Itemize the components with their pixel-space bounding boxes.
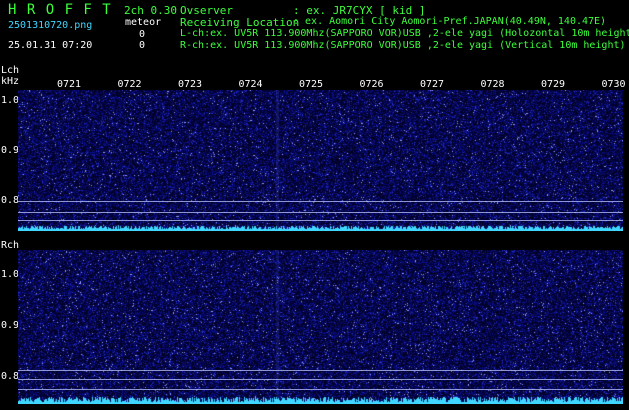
location-label: Receiving Location [180,16,300,29]
location-value: : ex. Aomori City Aomori-Pref.JAPAN(40.4… [293,16,607,27]
rch-spectrogram [18,250,623,404]
count-lch: 0 [139,29,146,40]
rch-reference-line [18,389,623,390]
rch-info: R-ch:ex. UV5R 113.900Mhz(SAPPORO VOR)USB… [180,40,626,51]
rch-waterfall-canvas [18,250,623,404]
filename-label: 2501310720.png [8,20,93,31]
time-axis-label: 0722 [117,79,142,90]
lch-reference-line [18,201,623,202]
time-axis-label: 0725 [299,79,324,90]
lch-waterfall-canvas [18,90,623,231]
rch-tick-0-8: 0.8 [1,371,20,382]
lch-reference-line [18,212,623,213]
lch-tick-1-0: 1.0 [1,95,20,106]
lch-info: L-ch:ex. UV5R 113.900Mhz(SAPPORO VOR)USB… [180,28,629,39]
time-axis-label: 0730 [601,79,626,90]
app-logo: H R O F F T [8,2,112,18]
lch-channel-label: Lch [1,65,20,76]
rch-reference-line [18,379,623,380]
mode-label: meteor [125,17,162,28]
time-axis-label: 0729 [541,79,566,90]
observer-label: Ovserver [180,4,233,17]
rch-channel-label: Rch [1,240,20,251]
time-axis-label: 0727 [420,79,445,90]
rch-tick-1-0: 1.0 [1,269,20,280]
time-axis-label: 0723 [178,79,203,90]
observer-value: : ex. JR7CYX [ kid ] [293,4,426,17]
count-rch: 0 [139,40,146,51]
time-axis-label: 0726 [359,79,384,90]
time-axis-label: 0721 [57,79,82,90]
lch-unit-label: kHz [1,76,20,87]
version-label: 2ch 0.30 [124,4,177,17]
time-axis-label: 0728 [480,79,505,90]
rch-tick-0-9: 0.9 [1,320,20,331]
time-axis-label: 0724 [238,79,263,90]
lch-reference-line [18,220,623,221]
lch-tick-0-9: 0.9 [1,145,20,156]
lch-spectrogram [18,90,623,231]
lch-tick-0-8: 0.8 [1,195,20,206]
datetime-label: 25.01.31 07:20 [8,40,93,51]
rch-reference-line [18,370,623,371]
